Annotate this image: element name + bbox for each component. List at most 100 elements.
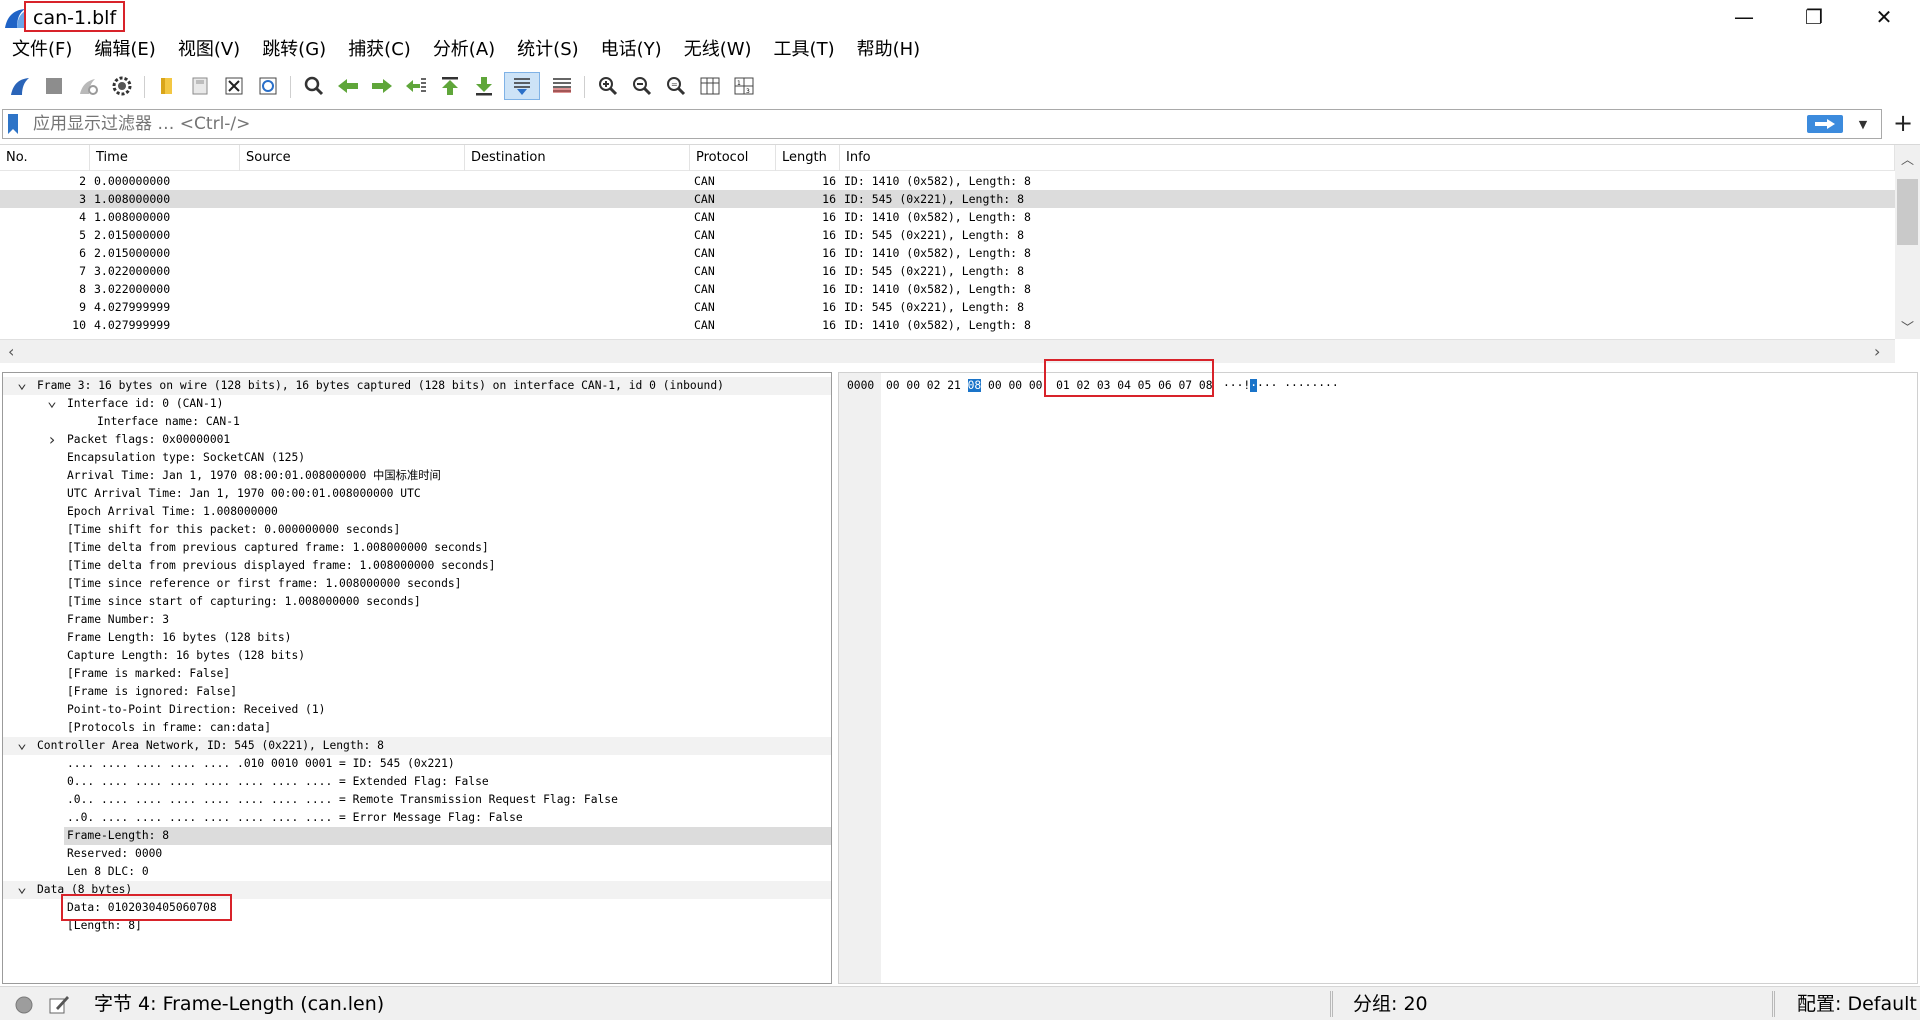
chevron-right-icon[interactable]: › bbox=[45, 431, 59, 449]
detail-tree-item[interactable]: .... .... .... .... .... .010 0010 0001 … bbox=[3, 755, 831, 773]
column-header-destination[interactable]: Destination bbox=[465, 145, 690, 171]
detail-tree-item[interactable]: UTC Arrival Time: Jan 1, 1970 00:00:01.0… bbox=[3, 485, 831, 503]
resize-columns-icon[interactable] bbox=[696, 72, 724, 100]
menu-item[interactable]: 捕获(C) bbox=[340, 35, 421, 65]
scroll-up-icon[interactable]: ︿ bbox=[1901, 149, 1914, 168]
bytes-ascii-selected[interactable]: · bbox=[1250, 379, 1258, 392]
column-header-no[interactable]: No. bbox=[0, 145, 90, 171]
detail-tree-item[interactable]: ⌄ Interface id: 0 (CAN-1) bbox=[3, 393, 831, 413]
menu-item[interactable]: 编辑(E) bbox=[86, 35, 165, 65]
packet-row[interactable]: 8 3.022000000 CAN 16 ID: 1410 (0x582), Lengt… bbox=[0, 280, 1895, 298]
bookmark-icon[interactable] bbox=[6, 113, 20, 135]
display-filter-input[interactable] bbox=[33, 111, 1793, 137]
detail-tree-item[interactable]: ⌄ Controller Area Network, ID: 545 (0x221… bbox=[3, 735, 831, 755]
zoom-in-icon[interactable] bbox=[594, 72, 622, 100]
detail-tree-item[interactable]: 0... .... .... .... .... .... .... .... … bbox=[3, 773, 831, 791]
menu-item[interactable]: 分析(A) bbox=[425, 35, 505, 65]
scroll-right-icon[interactable]: › bbox=[1874, 342, 1880, 361]
restart-capture-icon[interactable] bbox=[74, 72, 102, 100]
detail-tree-item[interactable]: ..0. .... .... .... .... .... .... .... … bbox=[3, 809, 831, 827]
packet-row[interactable]: 3 1.008000000 CAN 16 ID: 545 (0x221), Length… bbox=[0, 190, 1895, 208]
find-packet-magnifier-icon[interactable] bbox=[300, 72, 328, 100]
detail-tree-item[interactable]: Len 8 DLC: 0 bbox=[3, 863, 831, 881]
menu-item[interactable]: 工具(T) bbox=[766, 35, 845, 65]
detail-tree-item[interactable]: Data: 0102030405060708 bbox=[3, 899, 831, 917]
status-profile[interactable]: 配置: Default bbox=[1797, 987, 1917, 1021]
detail-tree-item[interactable]: Frame Number: 3 bbox=[3, 611, 831, 629]
detail-tree-item[interactable]: Epoch Arrival Time: 1.008000000 bbox=[3, 503, 831, 521]
packet-row[interactable]: 11 5.036000000 CAN 16 ID: 545 (0x221), Lengt… bbox=[0, 334, 1895, 338]
detail-tree-item[interactable]: Encapsulation type: SocketCAN (125) bbox=[3, 449, 831, 467]
detail-tree-item[interactable]: Frame-Length: 8 bbox=[64, 827, 831, 845]
detail-tree-item[interactable]: Point-to-Point Direction: Received (1) bbox=[3, 701, 831, 719]
column-header-time[interactable]: Time bbox=[90, 145, 240, 171]
expert-info-circle-icon[interactable] bbox=[14, 995, 34, 1015]
detail-tree-item[interactable]: [Time delta from previous captured frame… bbox=[3, 539, 831, 557]
chevron-down-icon[interactable]: ⌄ bbox=[45, 393, 59, 413]
stop-capture-icon[interactable] bbox=[40, 72, 68, 100]
filter-history-chevron-down-icon[interactable]: ▼ bbox=[1851, 112, 1875, 136]
normal-size-icon[interactable]: = bbox=[662, 72, 690, 100]
detail-tree-item[interactable]: [Time since reference or first frame: 1.… bbox=[3, 575, 831, 593]
bytes-ascii[interactable]: ···!···· ········ bbox=[1223, 377, 1339, 395]
packet-row[interactable]: 9 4.027999999 CAN 16 ID: 545 (0x221), Length… bbox=[0, 298, 1895, 316]
close-file-icon[interactable] bbox=[220, 72, 248, 100]
packet-row[interactable]: 7 3.022000000 CAN 16 ID: 545 (0x221), Length… bbox=[0, 262, 1895, 280]
go-last-packet-icon[interactable] bbox=[470, 72, 498, 100]
menu-item[interactable]: 电话(Y) bbox=[593, 35, 672, 65]
zoom-out-icon[interactable] bbox=[628, 72, 656, 100]
packet-row[interactable]: 5 2.015000000 CAN 16 ID: 545 (0x221), Length… bbox=[0, 226, 1895, 244]
restore-button[interactable]: ❐ bbox=[1782, 0, 1846, 34]
scroll-down-icon[interactable]: ﹀ bbox=[1901, 317, 1914, 336]
detail-tree-item[interactable]: [Frame is marked: False] bbox=[3, 665, 831, 683]
detail-tree-item[interactable]: Frame Length: 16 bytes (128 bits) bbox=[3, 629, 831, 647]
auto-scroll-icon[interactable] bbox=[504, 72, 540, 100]
save-file-icon[interactable] bbox=[186, 72, 214, 100]
packet-list-horizontal-scrollbar[interactable]: ‹ › bbox=[0, 339, 1895, 363]
column-header-length[interactable]: Length bbox=[776, 145, 840, 171]
go-back-arrow-icon[interactable] bbox=[334, 72, 362, 100]
reload-file-icon[interactable] bbox=[254, 72, 282, 100]
close-button[interactable]: ✕ bbox=[1852, 0, 1916, 34]
bytes-hex[interactable]: 00 00 02 21 08 00 00 00 01 02 03 04 05 0… bbox=[886, 377, 1213, 395]
scrollbar-thumb[interactable] bbox=[1897, 179, 1918, 245]
detail-tree-item[interactable]: [Length: 8] bbox=[3, 917, 831, 935]
detail-tree-item[interactable]: [Time shift for this packet: 0.000000000… bbox=[3, 521, 831, 539]
detail-tree-item[interactable]: .0.. .... .... .... .... .... .... .... … bbox=[3, 791, 831, 809]
detail-tree-item[interactable]: [Protocols in frame: can:data] bbox=[3, 719, 831, 737]
minimize-button[interactable]: — bbox=[1712, 0, 1776, 34]
start-capture-fin-icon[interactable] bbox=[6, 72, 34, 100]
menu-item[interactable]: 帮助(H) bbox=[849, 35, 931, 65]
packet-list-vertical-scrollbar[interactable]: ︿ ﹀ bbox=[1895, 145, 1920, 339]
edit-comment-pencil-icon[interactable] bbox=[48, 993, 70, 1015]
scroll-left-icon[interactable]: ‹ bbox=[8, 342, 14, 361]
colorize-list-icon[interactable] bbox=[548, 72, 576, 100]
go-first-packet-icon[interactable] bbox=[436, 72, 464, 100]
detail-tree-item[interactable]: Interface name: CAN-1 bbox=[3, 413, 831, 431]
detail-tree-item[interactable]: ⌄ Data (8 bytes) bbox=[3, 879, 831, 899]
detail-tree-item[interactable]: ⌄ Frame 3: 16 bytes on wire (128 bits), 1… bbox=[3, 375, 831, 395]
capture-options-gear-icon[interactable] bbox=[108, 72, 136, 100]
detail-tree-item[interactable]: [Time since start of capturing: 1.008000… bbox=[3, 593, 831, 611]
add-filter-button[interactable]: + bbox=[1890, 107, 1916, 139]
go-forward-arrow-icon[interactable] bbox=[368, 72, 396, 100]
chevron-down-icon[interactable]: ⌄ bbox=[15, 879, 29, 899]
chevron-down-icon[interactable]: ⌄ bbox=[15, 375, 29, 395]
packet-row[interactable]: 6 2.015000000 CAN 16 ID: 1410 (0x582), Lengt… bbox=[0, 244, 1895, 262]
open-file-folder-icon[interactable] bbox=[152, 72, 180, 100]
column-header-info[interactable]: Info bbox=[840, 145, 1895, 171]
menu-item[interactable]: 文件(F) bbox=[4, 35, 82, 65]
bytes-hex-selected[interactable]: 08 bbox=[967, 379, 982, 392]
detail-tree-item[interactable]: Arrival Time: Jan 1, 1970 08:00:01.00800… bbox=[3, 467, 831, 485]
detail-tree-item[interactable]: › Packet flags: 0x00000001 bbox=[3, 431, 831, 449]
packet-row[interactable]: 4 1.008000000 CAN 16 ID: 1410 (0x582), Lengt… bbox=[0, 208, 1895, 226]
column-layout-icon[interactable]: 13 bbox=[730, 72, 758, 100]
menu-item[interactable]: 无线(W) bbox=[676, 35, 762, 65]
column-header-protocol[interactable]: Protocol bbox=[690, 145, 776, 171]
apply-filter-arrow-icon[interactable] bbox=[1807, 115, 1843, 133]
menu-item[interactable]: 跳转(G) bbox=[254, 35, 336, 65]
detail-tree-item[interactable]: Reserved: 0000 bbox=[3, 845, 831, 863]
menu-item[interactable]: 统计(S) bbox=[509, 35, 588, 65]
packet-row[interactable]: 2 0.000000000 CAN 16 ID: 1410 (0x582), Lengt… bbox=[0, 172, 1895, 190]
detail-tree-item[interactable]: [Time delta from previous displayed fram… bbox=[3, 557, 831, 575]
